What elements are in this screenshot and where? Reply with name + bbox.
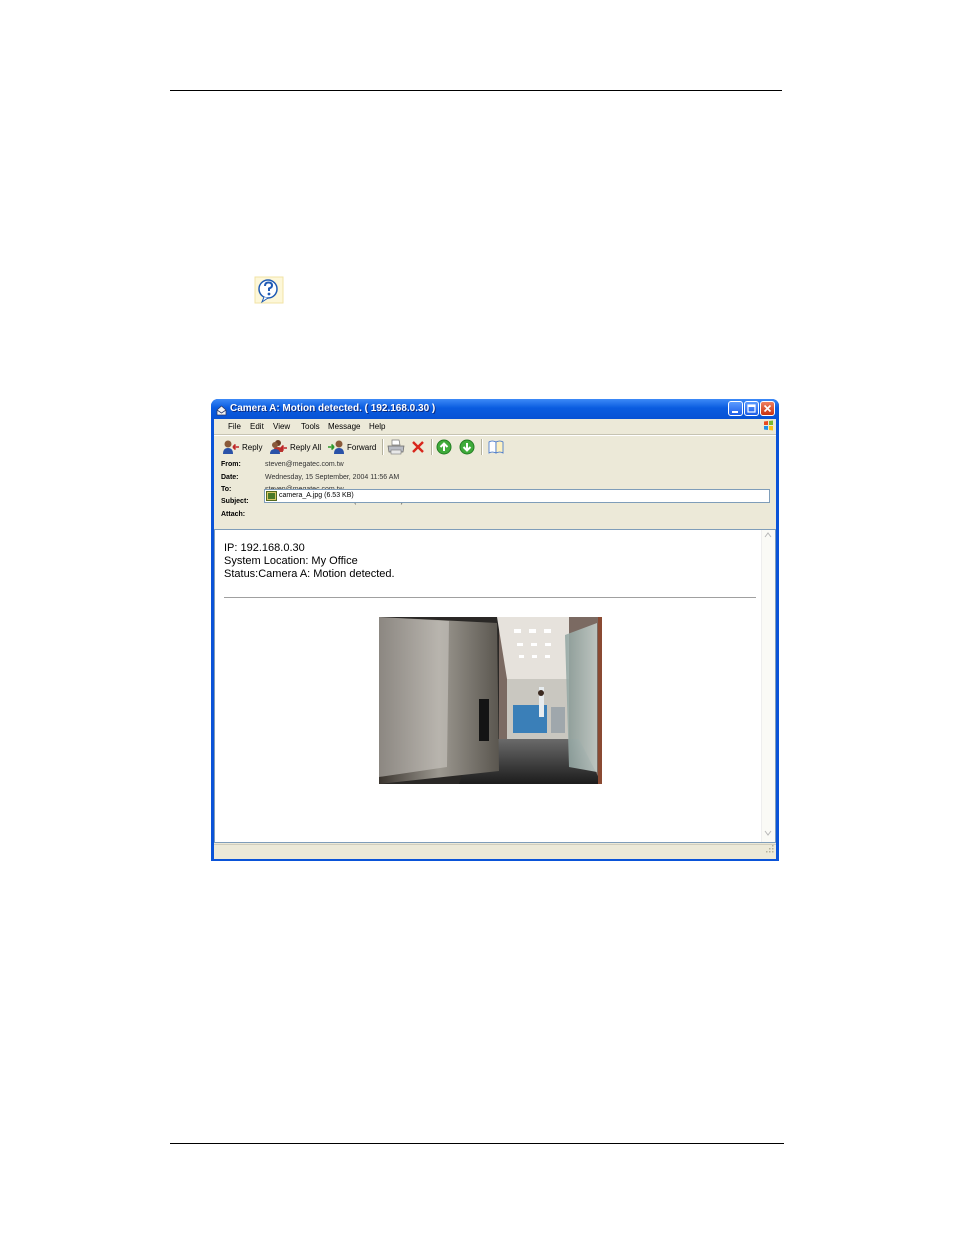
reply-button[interactable]: Reply: [222, 438, 262, 456]
window-title: Camera A: Motion detected. ( 192.168.0.3…: [230, 403, 436, 414]
reply-all-label: Reply All: [290, 442, 322, 452]
previous-button[interactable]: [436, 438, 452, 456]
reply-label: Reply: [242, 442, 263, 452]
menu-message[interactable]: Message: [328, 422, 360, 431]
scroll-up-icon[interactable]: [764, 532, 772, 540]
next-icon: [459, 439, 475, 455]
top-rule: [170, 90, 782, 91]
print-button[interactable]: [387, 438, 405, 456]
message-text: IP: 192.168.0.30 System Location: My Off…: [224, 542, 395, 581]
from-value: steven@megatec.com.tw: [265, 461, 344, 468]
camera-snapshot: [379, 617, 602, 784]
toolbar-separator: [481, 439, 483, 455]
help-icon: [254, 276, 284, 304]
menu-file[interactable]: File: [228, 422, 241, 431]
previous-icon: [436, 439, 452, 455]
resize-grip-icon[interactable]: [765, 840, 774, 858]
image-file-icon: [266, 491, 277, 503]
toolbar-separator: [431, 439, 433, 455]
close-button[interactable]: [760, 401, 775, 416]
toolbar-separator: [382, 439, 384, 455]
message-window: Camera A: Motion detected. ( 192.168.0.3…: [211, 399, 779, 861]
toolbar: Reply Reply All Forward: [214, 436, 776, 458]
windows-logo-icon: [763, 420, 774, 433]
scroll-down-icon[interactable]: [764, 830, 772, 838]
window-client: File Edit View Tools Message Help Reply …: [214, 419, 776, 859]
next-button[interactable]: [459, 438, 475, 456]
from-label: From:: [221, 461, 241, 468]
forward-button[interactable]: Forward: [327, 438, 376, 456]
attach-label: Attach:: [221, 511, 246, 518]
title-bar[interactable]: Camera A: Motion detected. ( 192.168.0.3…: [211, 399, 779, 419]
date-value: Wednesday, 15 September, 2004 11:56 AM: [265, 474, 400, 481]
vertical-scrollbar[interactable]: [761, 530, 775, 842]
minimize-button[interactable]: [728, 401, 743, 416]
to-label: To:: [221, 486, 232, 493]
bottom-rule: [170, 1143, 784, 1144]
subject-label: Subject:: [221, 498, 249, 505]
forward-icon: [328, 440, 344, 454]
reply-icon: [223, 440, 239, 454]
print-icon: [387, 439, 405, 455]
attachment-field[interactable]: camera_A.jpg (6.53 KB): [264, 489, 770, 503]
addresses-button[interactable]: [487, 438, 505, 456]
ip-line: IP: 192.168.0.30: [224, 542, 305, 554]
forward-label: Forward: [347, 442, 377, 452]
date-label: Date:: [221, 474, 239, 481]
menu-bar: File Edit View Tools Message Help: [214, 419, 776, 434]
status-line: Status:Camera A: Motion detected.: [224, 568, 395, 580]
message-body[interactable]: IP: 192.168.0.30 System Location: My Off…: [214, 529, 776, 843]
menu-edit[interactable]: Edit: [250, 422, 264, 431]
horizontal-rule: [224, 597, 756, 598]
menu-help[interactable]: Help: [369, 422, 385, 431]
reply-all-button[interactable]: Reply All: [270, 438, 321, 456]
delete-icon: [412, 441, 424, 453]
menu-view[interactable]: View: [273, 422, 290, 431]
addresses-icon: [488, 440, 504, 454]
status-bar: [214, 844, 776, 859]
maximize-button[interactable]: [744, 401, 759, 416]
delete-button[interactable]: [410, 438, 426, 456]
location-line: System Location: My Office: [224, 555, 358, 567]
reply-all-icon: [270, 440, 287, 454]
menu-tools[interactable]: Tools: [301, 422, 320, 431]
attachment-name[interactable]: camera_A.jpg (6.53 KB): [279, 492, 354, 499]
